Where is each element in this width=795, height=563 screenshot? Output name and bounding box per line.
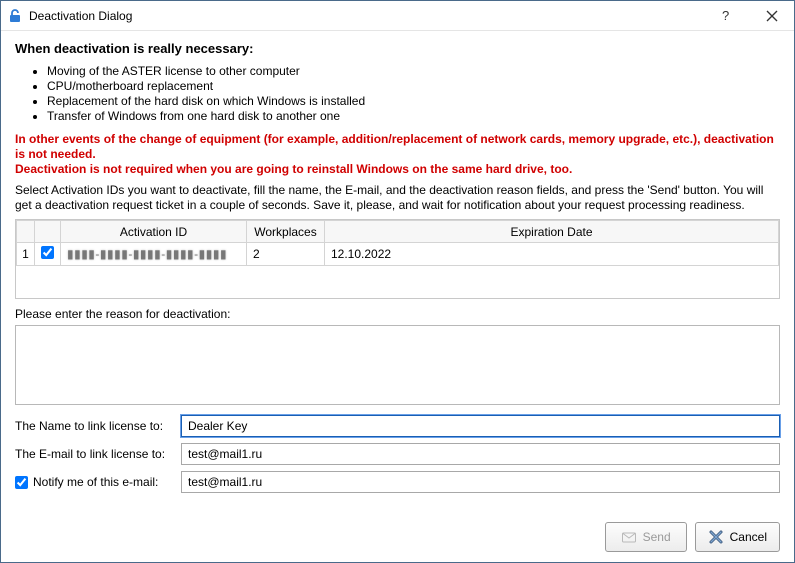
help-button[interactable]: ?: [704, 1, 749, 30]
cancel-button[interactable]: Cancel: [695, 522, 780, 552]
reason-textarea[interactable]: [15, 325, 780, 405]
window-title: Deactivation Dialog: [29, 9, 132, 23]
row-expiration: 12.10.2022: [325, 243, 779, 266]
reason-item: Transfer of Windows from one hard disk t…: [47, 109, 780, 123]
reason-item: Moving of the ASTER license to other com…: [47, 64, 780, 78]
reasons-list: Moving of the ASTER license to other com…: [47, 64, 780, 124]
app-lock-icon: [7, 8, 23, 24]
name-label: The Name to link license to:: [15, 419, 175, 433]
table-row[interactable]: 1 ▮▮▮▮-▮▮▮▮-▮▮▮▮-▮▮▮▮-▮▮▮▮ 2 12.10.2022: [17, 243, 779, 266]
name-input[interactable]: [181, 415, 780, 437]
notify-input[interactable]: [181, 471, 780, 493]
instructions-text: Select Activation IDs you want to deacti…: [15, 183, 780, 213]
warning-line-1: In other events of the change of equipme…: [15, 132, 774, 161]
activation-table: Activation ID Workplaces Expiration Date…: [15, 219, 780, 299]
row-activation-id: ▮▮▮▮-▮▮▮▮-▮▮▮▮-▮▮▮▮-▮▮▮▮: [61, 243, 247, 266]
warning-line-2: Deactivation is not required when you ar…: [15, 162, 572, 176]
send-button-label: Send: [643, 530, 671, 544]
email-label: The E-mail to link license to:: [15, 447, 175, 461]
heading: When deactivation is really necessary:: [15, 41, 780, 56]
col-activation-id[interactable]: Activation ID: [61, 221, 247, 243]
notify-checkbox[interactable]: [15, 476, 28, 489]
svg-text:?: ?: [722, 8, 729, 23]
row-number: 1: [17, 243, 35, 266]
col-expiration[interactable]: Expiration Date: [325, 221, 779, 243]
col-checkbox: [35, 221, 61, 243]
reason-label: Please enter the reason for deactivation…: [15, 307, 780, 321]
cancel-x-icon: [708, 529, 724, 545]
warning-text: In other events of the change of equipme…: [15, 132, 780, 177]
reason-item: CPU/motherboard replacement: [47, 79, 780, 93]
title-bar: Deactivation Dialog ?: [1, 1, 794, 31]
send-button[interactable]: Send: [605, 522, 687, 552]
notify-label: Notify me of this e-mail:: [33, 475, 158, 489]
envelope-icon: [621, 529, 637, 545]
email-input[interactable]: [181, 443, 780, 465]
col-workplaces[interactable]: Workplaces: [247, 221, 325, 243]
col-rownum: [17, 221, 35, 243]
close-button[interactable]: [749, 1, 794, 30]
row-workplaces: 2: [247, 243, 325, 266]
reason-item: Replacement of the hard disk on which Wi…: [47, 94, 780, 108]
row-checkbox-cell[interactable]: [35, 243, 61, 266]
row-checkbox[interactable]: [41, 246, 54, 259]
cancel-button-label: Cancel: [730, 530, 767, 544]
